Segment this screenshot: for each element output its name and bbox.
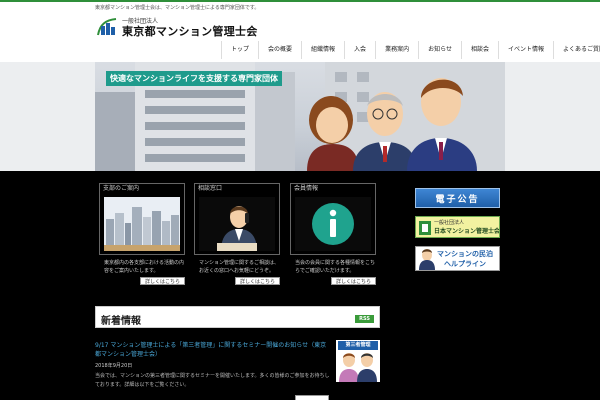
site-header: 東京都マンション管理士会は、マンション管理士による専門家団体です。 一般社団法人… xyxy=(0,0,600,62)
news-item-date: 2018年9月20日 xyxy=(95,363,133,369)
nav-item-consultation[interactable]: 相談会 xyxy=(460,41,498,59)
nav-item-about[interactable]: 会の概要 xyxy=(258,41,301,59)
feature-image-info[interactable] xyxy=(295,197,371,251)
city-skyline-icon xyxy=(104,197,180,251)
public-notice-banner[interactable]: 電子公告 xyxy=(415,188,500,208)
feature-more-button[interactable]: 詳しくはこちら xyxy=(139,277,185,285)
public-notice-label: 電子公告 xyxy=(435,195,480,205)
feature-title: 支部のご案内 xyxy=(103,185,140,192)
hero-tagline: 快適なマンションライフを支援する専門家団体 xyxy=(106,71,282,86)
feature-consultation: 相談窓口 マンション管理に関するご相談は、お近くの窓口へお気軽にどうぞ。 詳しく… xyxy=(194,183,280,289)
feature-branches: 支部のご案内 東京都内の各支部における活動の内容をご案内いたします。 詳しくはこ… xyxy=(99,183,185,289)
feature-description: マンション管理に関するご相談は、お近くの窓口へお気軽にどうぞ。 xyxy=(199,260,280,274)
nikkanren-subtitle: 一般社団法人 xyxy=(434,220,465,226)
feature-title: 相談窓口 xyxy=(198,185,223,192)
news-thumb-label: 第三者管理 xyxy=(338,341,378,350)
feature-members: 会員情報 当会の会員に関する各種情報をこちらでご確認いただけます。 詳しくはこち… xyxy=(290,183,376,289)
nikkanren-banner[interactable]: 一般社団法人 日本マンション管理士会連合会 xyxy=(415,216,500,238)
info-icon xyxy=(295,197,371,251)
news-item-link[interactable]: 9/17 マンション管理士による「第三者管理」に関するセミナー開催のお知らせ（東… xyxy=(95,341,330,359)
feature-image-consultant[interactable] xyxy=(199,197,275,251)
feature-title: 会員情報 xyxy=(294,185,319,192)
nav-item-join[interactable]: 入会 xyxy=(344,41,375,59)
nav-item-faq[interactable]: よくあるご質問 xyxy=(553,41,600,59)
feature-description: 当会の会員に関する各種情報をこちらでご確認いただけます。 xyxy=(295,260,376,274)
nav-item-events[interactable]: イベント情報 xyxy=(497,41,553,59)
nav-item-top[interactable]: トップ xyxy=(221,41,258,59)
site-logo[interactable]: 一般社団法人 東京都マンション管理士会 xyxy=(96,16,258,38)
news-more-button[interactable] xyxy=(295,395,329,400)
hero-banner-image: 快適なマンションライフを支援する専門家団体 xyxy=(95,62,505,171)
helpline-person-icon xyxy=(419,249,435,270)
helpline-banner[interactable]: マンションの民泊 ヘルプライン xyxy=(415,246,500,271)
feature-image-city[interactable] xyxy=(104,197,180,251)
feature-more-button[interactable]: 詳しくはこちら xyxy=(330,277,376,285)
feature-more-button[interactable]: 詳しくはこちら xyxy=(234,277,280,285)
logo-title: 東京都マンション管理士会 xyxy=(122,25,258,38)
nikkanren-title: 日本マンション管理士会連合会 xyxy=(434,228,500,235)
news-item-body: 当会では、マンションの第三者管理に関するセミナーを開催いたします。多くの皆様のご… xyxy=(95,373,330,388)
news-header: 新着情報 RSS xyxy=(95,306,380,328)
main-nav: トップ 会の概要 組織情報 入会 業務案内 お知らせ 相談会 イベント情報 よく… xyxy=(221,41,600,59)
top-accent-bar xyxy=(0,0,600,2)
nikkanren-logo-icon xyxy=(419,221,431,235)
helpline-subtitle: ヘルプライン xyxy=(444,260,486,268)
news-thumbnail[interactable]: 第三者管理 xyxy=(336,340,380,382)
nav-item-services[interactable]: 業務案内 xyxy=(375,41,418,59)
logo-mark-icon xyxy=(97,18,117,36)
people-icon xyxy=(339,353,377,382)
news-title: 新着情報 xyxy=(101,316,141,327)
helpline-title: マンションの民泊 xyxy=(437,250,493,258)
feature-description: 東京都内の各支部における活動の内容をご案内いたします。 xyxy=(104,260,185,274)
nav-item-news[interactable]: お知らせ xyxy=(418,41,461,59)
rss-button[interactable]: RSS xyxy=(355,315,374,323)
site-tagline: 東京都マンション管理士会は、マンション管理士による専門家団体です。 xyxy=(95,5,260,11)
nav-item-organization[interactable]: 組織情報 xyxy=(301,41,344,59)
consultant-phone-icon xyxy=(199,197,275,251)
